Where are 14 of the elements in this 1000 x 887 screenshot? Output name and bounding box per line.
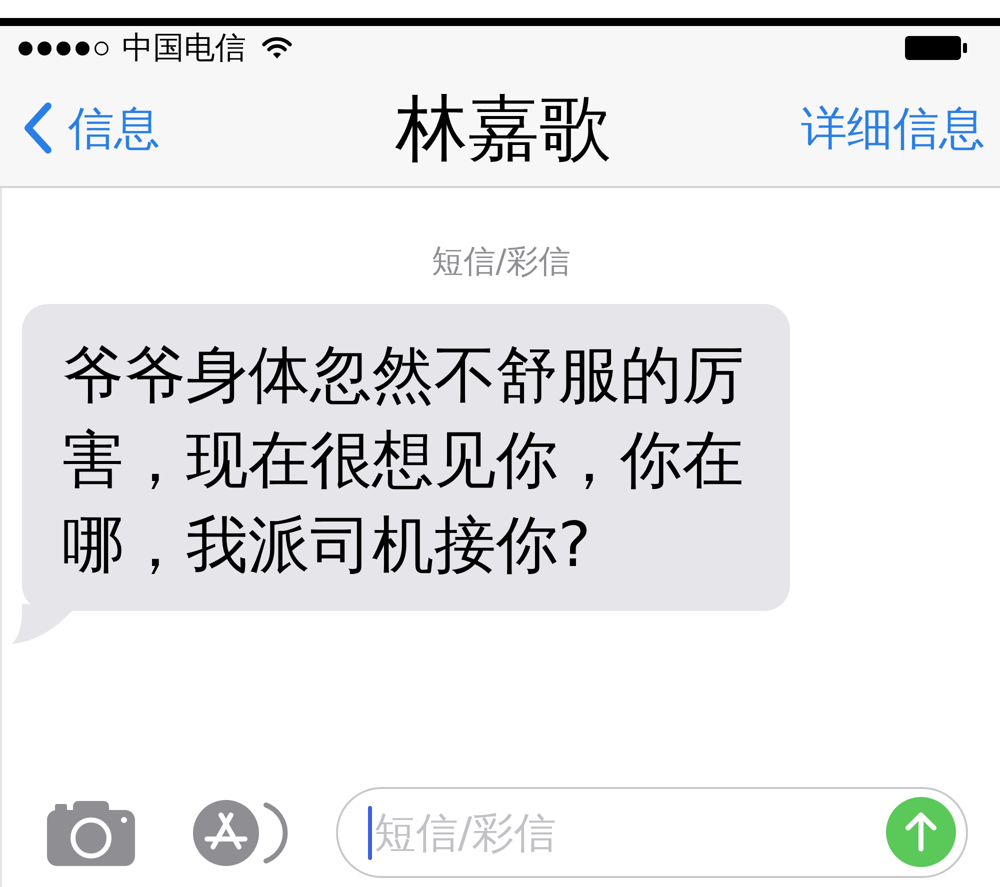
battery-icon (904, 35, 968, 61)
back-chevron-icon (22, 102, 54, 154)
signal-strength-icon (18, 40, 110, 56)
details-button[interactable]: 详细信息 (801, 101, 985, 155)
service-label: 短信/彩信 (432, 242, 570, 280)
message-text: 爷爷身体忽然不舒服的厉害，现在很想见你，你在哪，我派司机接你? (62, 337, 745, 583)
carrier-name: 中国电信 (122, 30, 246, 66)
back-button[interactable]: 信息 (22, 101, 160, 155)
wifi-icon (262, 37, 292, 59)
contact-name: 林嘉歌 (396, 86, 612, 170)
camera-icon[interactable] (47, 800, 135, 866)
arrow-up-icon (904, 812, 938, 852)
message-input-field[interactable]: 短信/彩信 (336, 787, 968, 878)
app-store-icon[interactable] (192, 800, 290, 866)
